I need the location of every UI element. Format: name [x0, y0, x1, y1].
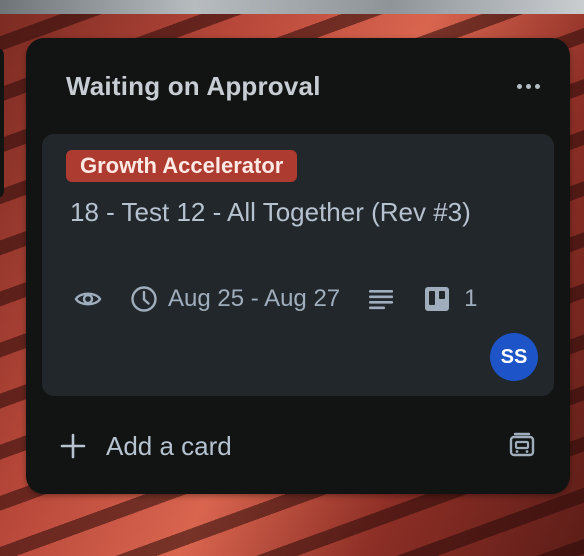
background-top-strip — [0, 0, 584, 14]
due-date-badge[interactable]: Aug 25 - Aug 27 — [130, 285, 340, 313]
add-card-label: Add a card — [106, 430, 232, 461]
card-badges: Aug 25 - Aug 27 1 — [74, 282, 478, 316]
description-badge — [368, 288, 394, 310]
clock-icon — [131, 286, 157, 312]
more-horizontal-icon[interactable] — [512, 74, 544, 98]
list-title[interactable]: Waiting on Approval — [66, 71, 321, 102]
plus-icon — [60, 433, 86, 459]
card-label[interactable]: Growth Accelerator — [66, 150, 298, 182]
eye-icon — [74, 292, 102, 306]
adjacent-list-edge — [0, 48, 4, 198]
checklist-count: 1 — [464, 285, 478, 312]
add-card-button[interactable]: Add a card — [60, 428, 232, 464]
card-title: 18 - Test 12 - All Together (Rev #3) — [70, 197, 471, 227]
board-icon — [425, 287, 450, 311]
card-template-icon[interactable] — [508, 431, 536, 459]
list-waiting-on-approval: Waiting on Approval Growth Accelerator 1… — [26, 38, 570, 494]
member-avatar[interactable]: SS — [490, 333, 538, 381]
card[interactable]: Growth Accelerator 18 - Test 12 - All To… — [42, 134, 554, 396]
checklist-badge: 1 — [424, 285, 478, 313]
watch-badge — [74, 289, 102, 309]
due-date-text: Aug 25 - Aug 27 — [168, 285, 341, 312]
description-icon — [369, 290, 394, 310]
